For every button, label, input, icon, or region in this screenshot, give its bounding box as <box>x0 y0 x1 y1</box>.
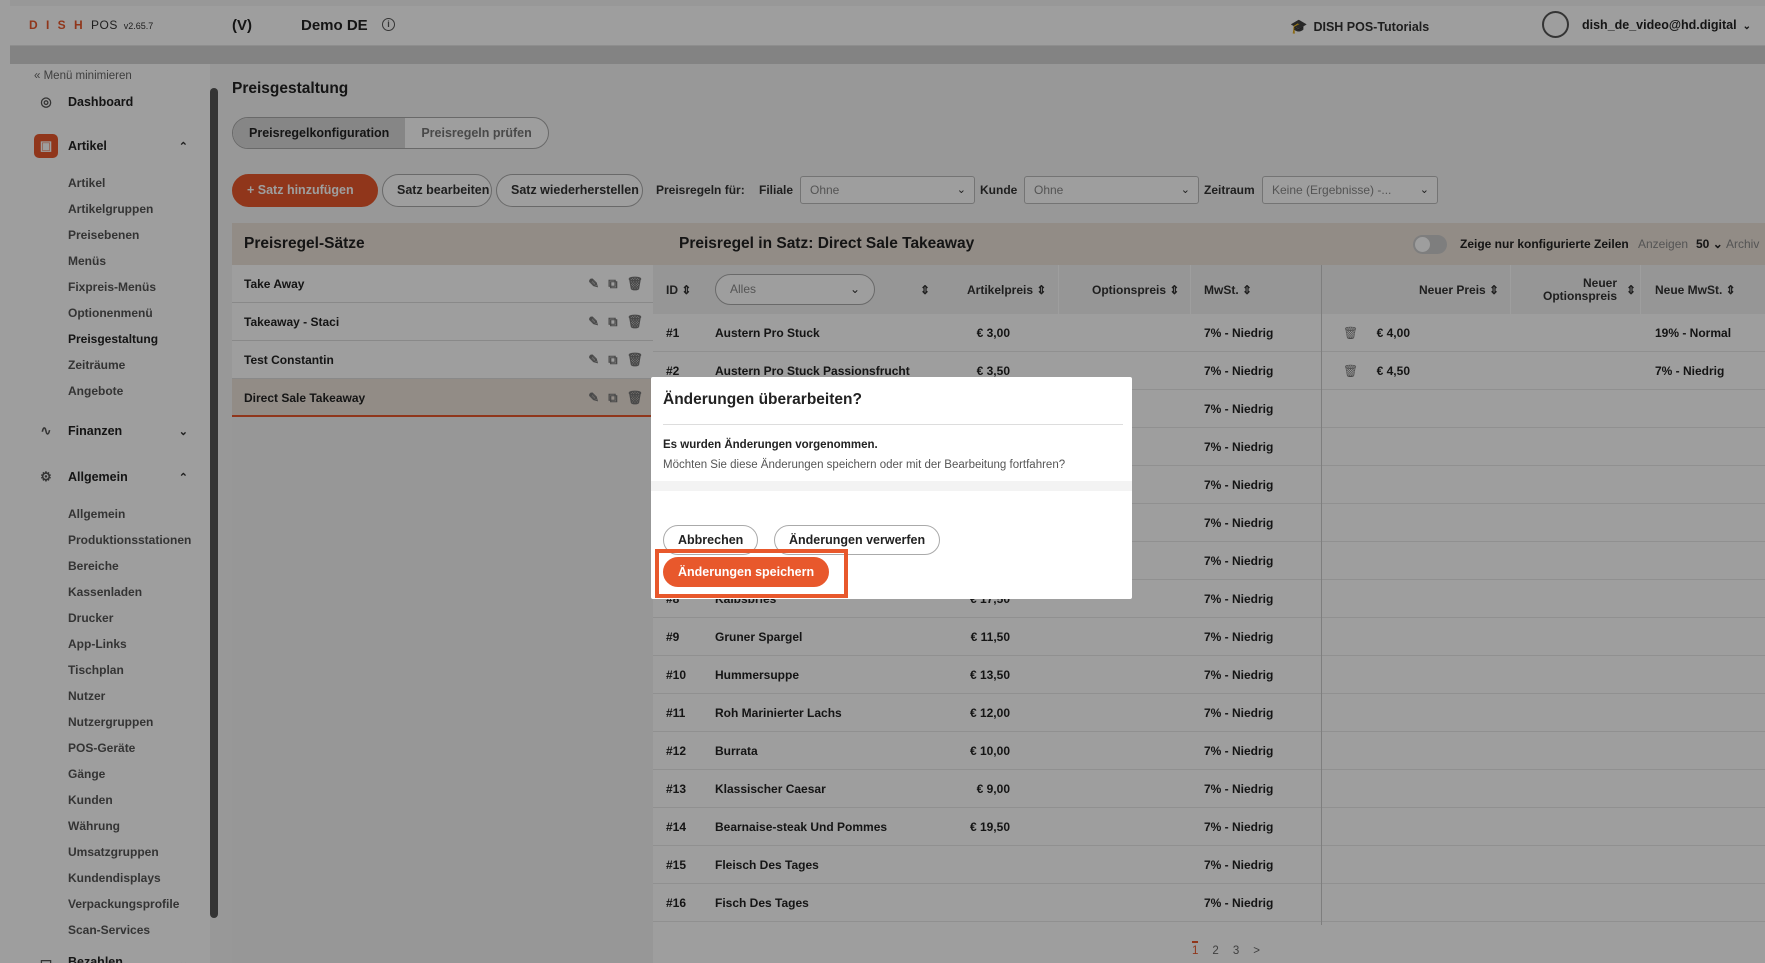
dialog-title: Änderungen überarbeiten? <box>663 391 862 408</box>
divider <box>663 424 1123 425</box>
dialog-footer-strip <box>651 481 1132 491</box>
dialog-question: Möchten Sie diese Änderungen speichern o… <box>663 459 1066 471</box>
save-button-highlight <box>655 549 848 598</box>
dialog-message: Es wurden Änderungen vorgenommen. <box>663 439 878 451</box>
